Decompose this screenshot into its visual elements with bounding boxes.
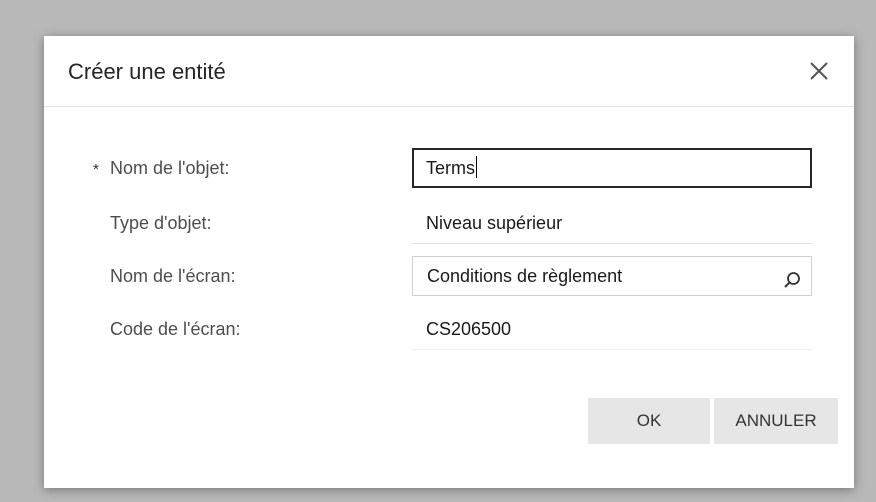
search-icon[interactable] <box>781 266 803 288</box>
screen-name-row: Nom de l'écran: Conditions de règlement <box>44 256 854 298</box>
ok-button[interactable]: OK <box>588 398 710 444</box>
cancel-button[interactable]: ANNULER <box>714 398 838 444</box>
object-name-value: Terms <box>426 158 475 178</box>
text-caret <box>476 156 477 178</box>
dialog-header: Créer une entité <box>44 36 854 107</box>
required-marker: * <box>93 161 99 178</box>
create-entity-dialog: Créer une entité * Nom de l'objet: Terms… <box>44 36 854 488</box>
screen-name-value: Conditions de règlement <box>427 266 623 286</box>
screen-name-selector[interactable]: Conditions de règlement <box>412 256 812 296</box>
dialog-title: Créer une entité <box>68 59 226 84</box>
object-type-label: Type d'objet: <box>110 213 212 233</box>
screen-code-label: Code de l'écran: <box>110 319 241 339</box>
screen-code-value: CS206500 <box>412 310 812 350</box>
object-type-value: Niveau supérieur <box>412 204 812 244</box>
object-name-input[interactable]: Terms <box>412 148 812 188</box>
screen-name-label: Nom de l'écran: <box>110 266 236 286</box>
close-icon[interactable] <box>806 58 832 84</box>
screen-code-row: Code de l'écran: CS206500 <box>44 310 854 352</box>
object-name-row: * Nom de l'objet: Terms <box>44 148 854 190</box>
object-name-label: Nom de l'objet: <box>110 158 230 178</box>
object-type-row: Type d'objet: Niveau supérieur <box>44 204 854 246</box>
